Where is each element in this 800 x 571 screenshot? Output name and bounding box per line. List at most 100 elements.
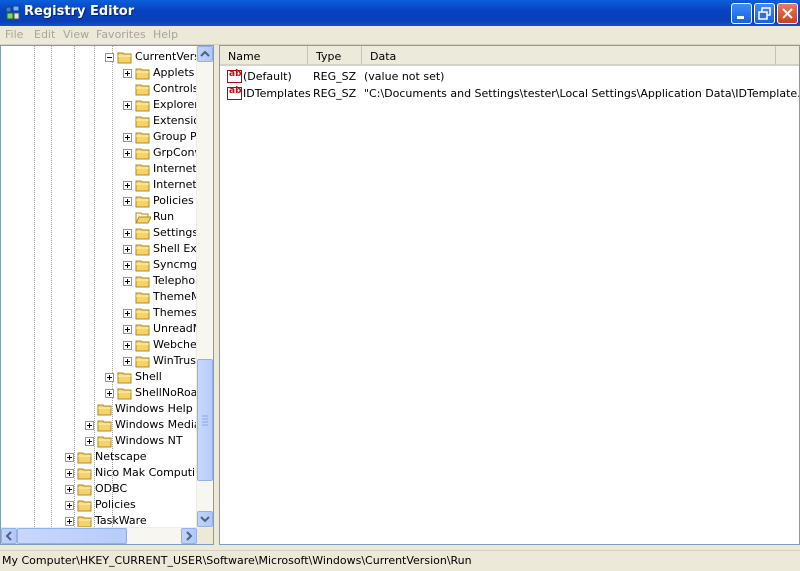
tree-node[interactable]: Settings [1,225,201,241]
tree-node[interactable]: ThemeM [1,289,201,305]
registry-tree-pane[interactable]: CurrentVers Applets Controls Explorer Extens… [0,45,214,545]
expand-plus-icon[interactable] [85,421,94,430]
folder-icon [135,307,151,320]
scroll-thumb[interactable] [197,359,213,481]
menu-help[interactable]: Help [153,28,178,41]
chevron-left-icon [5,531,12,541]
tree-node[interactable]: Shell [1,369,201,385]
tree-node[interactable]: Windows NT [1,433,201,449]
tree-node[interactable]: Telepho [1,273,201,289]
expand-plus-icon[interactable] [123,309,132,318]
menu-view[interactable]: View [63,28,89,41]
tree-node-label: Applets [153,66,195,79]
scroll-down-button[interactable] [197,511,213,527]
minimize-icon [737,16,744,19]
scroll-left-button[interactable] [1,528,17,544]
tree-node[interactable]: Windows Media [1,417,201,433]
title-bar[interactable]: Registry Editor [0,0,800,26]
scroll-up-button[interactable] [197,46,213,62]
tree-node[interactable]: Themes [1,305,201,321]
expand-plus-icon[interactable] [65,453,74,462]
tree-node[interactable]: Policies [1,497,201,513]
tree-node-label: WinTrus [153,354,196,367]
expand-plus-icon[interactable] [123,357,132,366]
tree-node[interactable]: GrpConv [1,145,201,161]
value-type: REG_SZ [313,70,357,83]
folder-icon [135,259,151,272]
menu-favorites[interactable]: Favorites [96,28,146,41]
tree-node[interactable]: Controls [1,81,201,97]
expand-plus-icon[interactable] [123,181,132,190]
tree-vertical-scrollbar[interactable] [196,46,213,527]
tree-node-label: Run [153,210,175,223]
scroll-right-button[interactable] [181,528,197,544]
tree-node[interactable]: Syncmgr [1,257,202,273]
expand-plus-icon[interactable] [123,197,132,206]
expand-plus-icon[interactable] [65,485,74,494]
expand-plus-icon[interactable] [65,517,74,526]
string-value-icon: ab [227,69,242,83]
values-list-pane[interactable]: Name Type Data ab (Default) REG_SZ (valu… [219,45,800,545]
string-value-icon: ab [227,86,242,100]
tree-node[interactable]: Applets [1,65,201,81]
tree-node[interactable]: Explorer [1,97,201,113]
folder-icon [77,499,93,512]
expand-plus-icon[interactable] [123,277,132,286]
tree-node[interactable]: WinTrus [1,353,201,369]
tree-node[interactable]: Run [1,209,201,225]
tree-node[interactable]: Extensio [1,113,201,129]
folder-icon [135,83,151,96]
tree-node[interactable]: CurrentVers [1,49,201,65]
chevron-right-icon [186,531,193,541]
tree-node[interactable]: ShellNoRoar [1,385,202,401]
minimize-button[interactable] [731,3,752,24]
tree-node[interactable]: ODBC [1,481,201,497]
column-header-name[interactable]: Name [220,46,308,66]
expand-plus-icon[interactable] [123,69,132,78]
collapse-minus-icon[interactable] [105,53,114,62]
list-item[interactable]: ab (Default) REG_SZ (value not set) [220,69,799,85]
expand-plus-icon[interactable] [123,133,132,142]
tree-node-label: Explorer [153,98,199,111]
value-name: (Default) [243,70,292,83]
close-button[interactable] [777,3,798,24]
column-header-type[interactable]: Type [308,46,362,66]
scroll-corner [197,528,213,544]
expand-plus-icon[interactable] [105,373,114,382]
expand-plus-icon[interactable] [123,245,132,254]
expand-plus-icon[interactable] [123,101,132,110]
expand-plus-icon[interactable] [105,389,114,398]
expand-plus-icon[interactable] [65,469,74,478]
tree-node[interactable]: Internet [1,177,201,193]
expand-plus-icon[interactable] [123,261,132,270]
folder-icon [135,291,151,304]
tree-node[interactable]: Internet [1,161,201,177]
tree-node[interactable]: Nico Mak Computing [1,465,209,481]
tree-node-label: Netscape [95,450,147,463]
folder-icon [135,115,151,128]
tree-node[interactable]: Policies [1,193,201,209]
column-header-data[interactable]: Data [362,46,776,66]
folder-icon [135,227,151,240]
list-item[interactable]: ab IDTemplates REG_SZ "C:\Documents and … [220,86,799,102]
menu-edit[interactable]: Edit [34,28,55,41]
tree-node[interactable]: Windows Help [1,401,201,417]
expand-plus-icon[interactable] [123,341,132,350]
tree-node[interactable]: UnreadM [1,321,203,337]
expand-plus-icon[interactable] [65,501,74,510]
folder-icon [135,179,151,192]
tree-horizontal-scrollbar[interactable] [1,527,213,544]
tree-node[interactable]: Netscape [1,449,201,465]
expand-plus-icon[interactable] [123,229,132,238]
menu-file[interactable]: File [5,28,23,41]
expand-plus-icon[interactable] [85,437,94,446]
expand-plus-icon[interactable] [123,149,132,158]
restore-button[interactable] [754,3,775,24]
tree-node[interactable]: Shell Ex [1,241,201,257]
horizontal-scroll-thumb[interactable] [17,528,127,544]
expand-plus-icon[interactable] [123,325,132,334]
tree-node[interactable]: Group P [1,129,201,145]
tree-node[interactable]: Webche [1,337,201,353]
tree-node-label: CurrentVers [135,50,201,63]
tree-node-label: UnreadM [153,322,203,335]
